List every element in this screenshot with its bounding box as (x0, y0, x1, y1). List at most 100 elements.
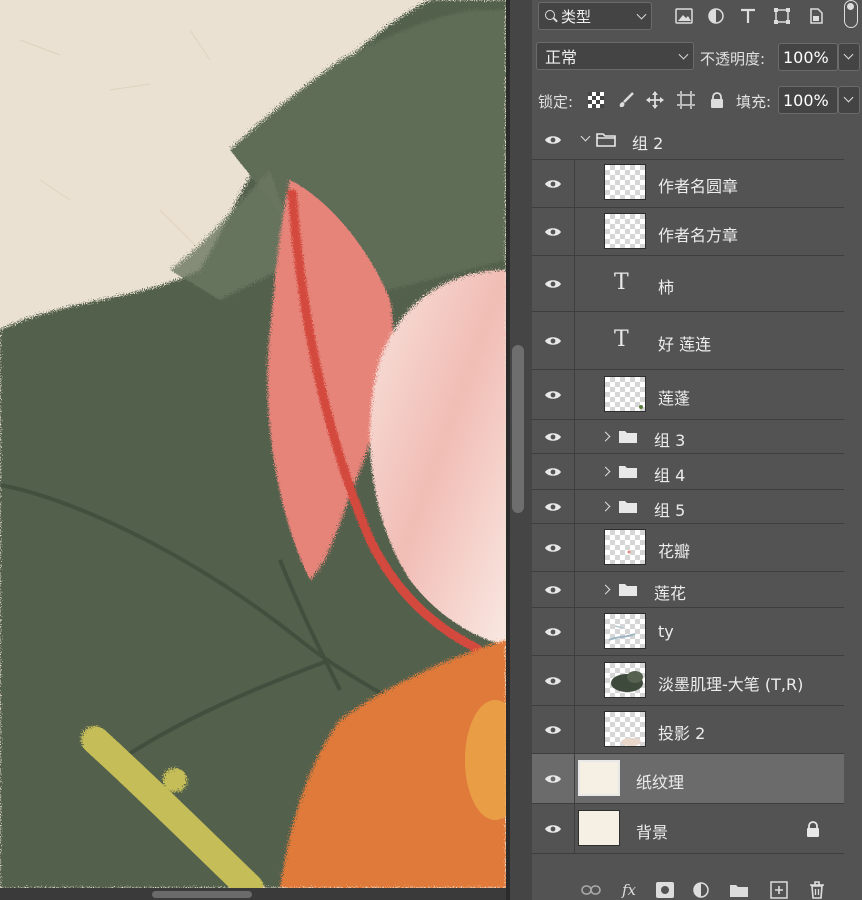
layer-row-lotus-pod[interactable]: 莲蓬 (532, 370, 844, 420)
layer-indent-divider (574, 454, 575, 489)
blend-mode-value: 正常 (545, 48, 578, 67)
add-mask-icon[interactable] (654, 880, 676, 900)
visibility-eye-icon[interactable] (544, 134, 562, 146)
adjustment-filter-icon[interactable] (706, 6, 726, 26)
visibility-eye-icon[interactable] (544, 584, 562, 596)
layer-name: 莲花 (654, 584, 687, 603)
layer-row-ink-texture[interactable]: 淡墨肌理-大笔 (T,R) (532, 656, 844, 706)
lock-all-icon[interactable] (708, 91, 726, 109)
layer-thumbnail (604, 613, 646, 649)
layer-thumbnail (578, 760, 620, 796)
visibility-eye-icon[interactable] (544, 389, 562, 401)
layer-name: 组 3 (654, 431, 686, 450)
layer-row-shadow-2[interactable]: 投影 2 (532, 706, 844, 754)
layer-thumbnail (604, 662, 646, 698)
artwork (0, 0, 506, 888)
visibility-eye-icon[interactable] (544, 773, 562, 785)
layer-indent-divider (574, 370, 575, 419)
layer-indent-divider (574, 256, 575, 311)
fx-icon[interactable]: fx (618, 880, 640, 900)
visibility-eye-icon[interactable] (544, 178, 562, 190)
lock-fill-row: 锁定: 填充: 100% (532, 82, 862, 116)
new-group-folder-icon[interactable] (728, 880, 750, 900)
visibility-eye-icon[interactable] (544, 335, 562, 347)
shape-filter-icon[interactable] (772, 6, 792, 26)
adjustment-layer-icon[interactable] (690, 880, 712, 900)
layer-thumbnail (604, 376, 646, 412)
text-layer-icon: T (614, 270, 629, 295)
layer-filter-label: 类型 (561, 7, 592, 26)
layer-row-ty[interactable]: ty (532, 608, 844, 656)
folder-icon (619, 466, 637, 478)
layer-indent-divider (574, 312, 575, 369)
layer-indent-divider (574, 420, 575, 453)
visibility-eye-icon[interactable] (544, 823, 562, 835)
text-layer-icon: T (614, 327, 629, 352)
layer-name: 柿 (658, 278, 675, 297)
horizontal-scrollbar[interactable] (0, 888, 506, 900)
chevron-right-icon[interactable] (600, 431, 611, 442)
layer-indent-divider (574, 160, 575, 207)
link-layers-icon[interactable] (580, 880, 602, 900)
layer-name: 组 2 (632, 134, 664, 153)
visibility-eye-icon[interactable] (544, 501, 562, 513)
layer-row-text-haolianlian[interactable]: T 好 莲连 (532, 312, 844, 370)
fill-input[interactable]: 100% (778, 86, 838, 114)
visibility-eye-icon[interactable] (544, 626, 562, 638)
layer-row-paper-texture[interactable]: 纸纹理 (532, 754, 844, 804)
layer-row-author-square-seal[interactable]: 作者名方章 (532, 208, 844, 256)
visibility-eye-icon[interactable] (544, 724, 562, 736)
layer-thumbnail (604, 164, 646, 200)
document-canvas[interactable] (0, 0, 506, 888)
layer-name: 淡墨肌理-大笔 (T,R) (658, 675, 804, 694)
visibility-eye-icon[interactable] (544, 278, 562, 290)
layer-indent-divider (574, 524, 575, 571)
layers-panel: 类型 正常 不透明度: 100% 锁定: 填充: 100% 组 2 作者名圆章 … (532, 0, 862, 900)
chevron-down-icon[interactable] (580, 131, 591, 142)
chevron-right-icon[interactable] (600, 584, 611, 595)
layer-row-background[interactable]: 背景 (532, 804, 844, 854)
layer-name: 好 莲连 (658, 335, 712, 354)
layer-row-lotus-group[interactable]: 莲花 (532, 572, 844, 608)
lock-position-move-icon[interactable] (646, 91, 664, 109)
opacity-input[interactable]: 100% (778, 43, 838, 71)
layer-row-author-round-seal[interactable]: 作者名圆章 (532, 160, 844, 208)
blend-opacity-row: 正常 不透明度: 100% (532, 40, 862, 74)
layer-filter-select[interactable]: 类型 (538, 2, 652, 30)
filter-toggle-switch[interactable] (844, 0, 858, 28)
visibility-eye-icon[interactable] (544, 466, 562, 478)
visibility-eye-icon[interactable] (544, 431, 562, 443)
horizontal-scroll-thumb[interactable] (152, 891, 252, 898)
vertical-scroll-thumb[interactable] (512, 345, 524, 513)
blend-mode-select[interactable]: 正常 (536, 42, 694, 70)
smart-object-filter-icon[interactable] (806, 6, 826, 26)
layer-name: 作者名圆章 (658, 177, 739, 196)
new-layer-icon[interactable] (768, 880, 790, 900)
layer-row-petal[interactable]: 花瓣 (532, 524, 844, 572)
layer-row-group-2[interactable]: 组 2 (532, 120, 844, 160)
vertical-scrollbar[interactable] (510, 0, 532, 900)
chevron-right-icon[interactable] (600, 466, 611, 477)
layer-row-group-3[interactable]: 组 3 (532, 420, 844, 454)
chevron-right-icon[interactable] (600, 501, 611, 512)
fill-dropdown-button[interactable] (838, 86, 860, 114)
layer-row-text-persimmon[interactable]: T 柿 (532, 256, 844, 312)
lock-image-pixels-brush-icon[interactable] (617, 91, 635, 109)
text-filter-icon[interactable] (738, 6, 758, 26)
layer-filter-bar: 类型 (532, 0, 862, 34)
layer-name: 花瓣 (658, 542, 691, 561)
lock-transparent-pixels-icon[interactable] (587, 91, 605, 109)
visibility-eye-icon[interactable] (544, 675, 562, 687)
layer-row-group-5[interactable]: 组 5 (532, 490, 844, 524)
image-filter-icon[interactable] (674, 6, 694, 26)
delete-layer-trash-icon[interactable] (806, 880, 828, 900)
opacity-dropdown-button[interactable] (838, 43, 860, 71)
visibility-eye-icon[interactable] (544, 226, 562, 238)
layer-name: 纸纹理 (636, 773, 685, 792)
lock-icon[interactable] (806, 821, 820, 837)
layer-name: 莲蓬 (658, 389, 691, 408)
lock-artboard-icon[interactable] (677, 91, 695, 109)
layer-row-group-4[interactable]: 组 4 (532, 454, 844, 490)
visibility-eye-icon[interactable] (544, 542, 562, 554)
layer-indent-divider (574, 208, 575, 255)
